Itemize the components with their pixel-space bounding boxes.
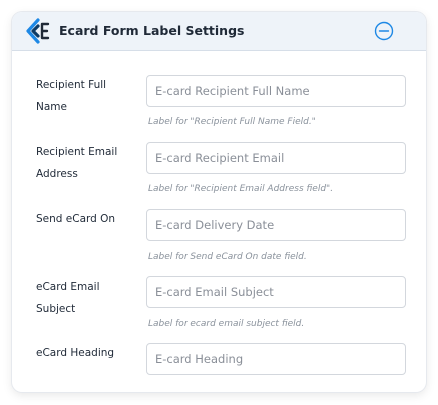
recipient-full-name-input[interactable] [146, 75, 406, 107]
field-help-text: Label for "Recipient Full Name Field." [148, 117, 316, 127]
field-label: eCard Email Subject [36, 281, 100, 315]
ecard-label-settings-panel: Ecard Form Label Settings Recipient Full… [12, 12, 426, 392]
email-subject-input[interactable] [146, 276, 406, 308]
panel-header: Ecard Form Label Settings [12, 12, 426, 51]
field-label: eCard Heading [36, 347, 115, 359]
brand-logo-icon [25, 18, 51, 44]
recipient-email-input[interactable] [146, 142, 406, 174]
field-label: Recipient Email Address [36, 146, 118, 180]
field-help-text: Label for ecard email subject field. [148, 319, 305, 329]
field-help-text: Label for Send eCard On date field. [148, 252, 307, 262]
field-help-text: Label for "Recipient Email Address field… [148, 184, 334, 194]
minus-circle-icon[interactable] [374, 21, 394, 41]
field-label: Recipient Full Name [36, 79, 107, 113]
ecard-heading-input[interactable] [146, 343, 406, 375]
field-label: Send eCard On [36, 213, 116, 225]
panel-title: Ecard Form Label Settings [59, 23, 245, 38]
delivery-date-input[interactable] [146, 209, 406, 241]
